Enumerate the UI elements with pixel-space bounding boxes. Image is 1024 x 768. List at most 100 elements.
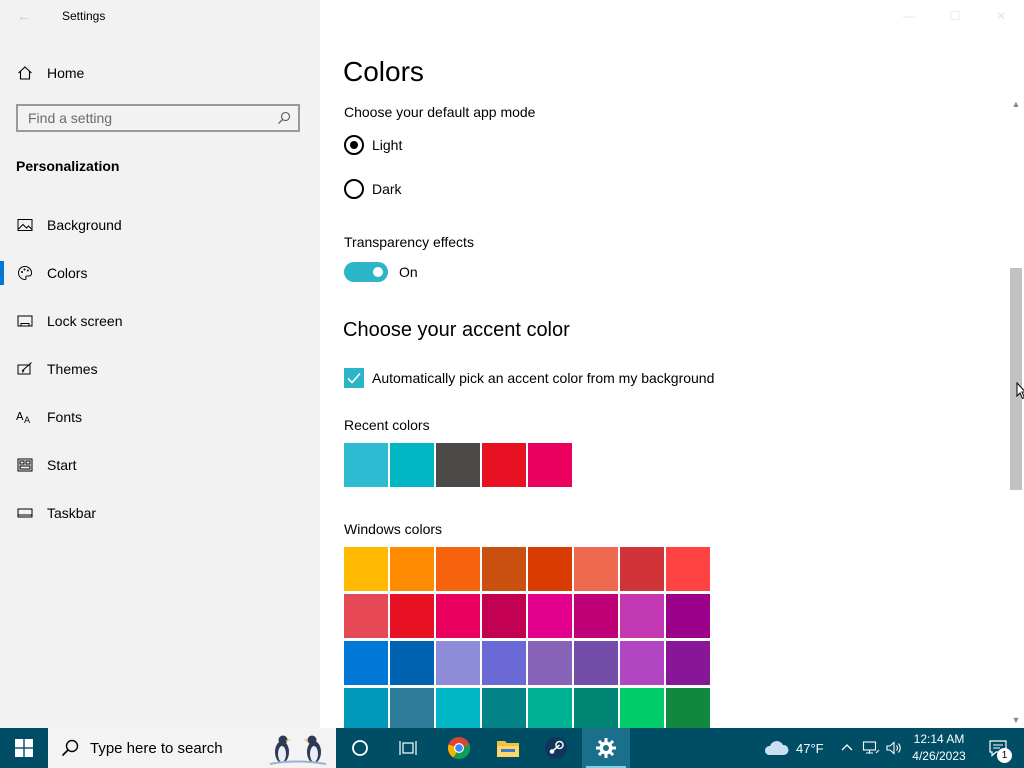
windows-color-swatch[interactable] bbox=[390, 641, 434, 685]
windows-color-swatch[interactable] bbox=[528, 688, 572, 728]
scrollbar[interactable]: ▲ ▼ bbox=[1008, 96, 1024, 728]
auto-accent-checkbox-row[interactable]: Automatically pick an accent color from … bbox=[344, 368, 714, 388]
search-icon[interactable] bbox=[276, 110, 292, 126]
settings-taskbar-button[interactable] bbox=[582, 728, 630, 768]
weather-temperature[interactable]: 47°F bbox=[796, 741, 824, 756]
cortana-button[interactable] bbox=[340, 728, 380, 768]
windows-color-swatch[interactable] bbox=[528, 594, 572, 638]
home-nav-item[interactable]: Home bbox=[0, 56, 320, 90]
windows-color-swatch[interactable] bbox=[344, 688, 388, 728]
section-title: Personalization bbox=[16, 158, 120, 174]
chevron-up-icon bbox=[841, 744, 853, 751]
network-button[interactable] bbox=[860, 728, 882, 768]
auto-accent-checkbox[interactable] bbox=[344, 368, 364, 388]
volume-button[interactable] bbox=[884, 728, 904, 768]
windows-color-swatch[interactable] bbox=[482, 688, 526, 728]
windows-color-swatch[interactable] bbox=[482, 547, 526, 591]
checkmark-icon bbox=[347, 372, 361, 384]
transparency-toggle[interactable] bbox=[344, 262, 388, 282]
windows-color-swatch[interactable] bbox=[344, 594, 388, 638]
radio-button-checked[interactable] bbox=[344, 135, 364, 155]
search-icon bbox=[61, 739, 79, 757]
sidebar-item-taskbar[interactable]: Taskbar bbox=[0, 489, 320, 537]
radio-label: Dark bbox=[372, 181, 402, 197]
task-view-button[interactable] bbox=[388, 728, 428, 768]
checkbox-label: Automatically pick an accent color from … bbox=[372, 370, 715, 386]
recent-color-swatch[interactable] bbox=[482, 443, 526, 487]
recent-color-swatch[interactable] bbox=[390, 443, 434, 487]
windows-color-swatch[interactable] bbox=[344, 547, 388, 591]
close-icon[interactable]: ✕ bbox=[978, 0, 1024, 32]
app-mode-light-radio[interactable]: Light bbox=[344, 135, 402, 155]
windows-color-swatch[interactable] bbox=[666, 594, 710, 638]
windows-color-swatch[interactable] bbox=[620, 688, 664, 728]
recent-color-swatch[interactable] bbox=[344, 443, 388, 487]
windows-color-swatch[interactable] bbox=[574, 688, 618, 728]
window-controls: — ☐ ✕ bbox=[886, 0, 1024, 32]
windows-color-swatch[interactable] bbox=[482, 641, 526, 685]
windows-color-swatch[interactable] bbox=[620, 594, 664, 638]
steam-icon bbox=[545, 737, 567, 759]
windows-color-swatch[interactable] bbox=[436, 688, 480, 728]
maximize-icon[interactable]: ☐ bbox=[932, 0, 978, 32]
sidebar-item-background[interactable]: Background bbox=[0, 201, 320, 249]
windows-color-swatch[interactable] bbox=[436, 594, 480, 638]
transparency-label: Transparency effects bbox=[344, 234, 474, 250]
windows-color-swatch[interactable] bbox=[390, 547, 434, 591]
clock[interactable]: 12:14 AM 4/26/2023 bbox=[906, 728, 972, 768]
windows-color-swatch[interactable] bbox=[666, 688, 710, 728]
windows-color-swatch[interactable] bbox=[436, 641, 480, 685]
windows-color-swatch[interactable] bbox=[666, 641, 710, 685]
windows-color-swatch[interactable] bbox=[344, 641, 388, 685]
windows-color-swatch[interactable] bbox=[620, 547, 664, 591]
themes-icon bbox=[16, 360, 34, 378]
sidebar-item-colors[interactable]: Colors bbox=[0, 249, 320, 297]
folder-icon bbox=[497, 741, 519, 757]
page-title: Colors bbox=[343, 56, 424, 87]
windows-color-swatch[interactable] bbox=[574, 641, 618, 685]
windows-color-swatch[interactable] bbox=[436, 547, 480, 591]
find-setting-input[interactable] bbox=[18, 106, 278, 130]
radio-button[interactable] bbox=[344, 179, 364, 199]
windows-color-swatch[interactable] bbox=[574, 547, 618, 591]
action-center-button[interactable]: 1 bbox=[978, 728, 1018, 768]
home-label: Home bbox=[47, 65, 85, 81]
windows-color-swatch[interactable] bbox=[482, 594, 526, 638]
sidebar-item-fonts[interactable]: AA Fonts bbox=[0, 393, 320, 441]
show-hidden-icons-button[interactable] bbox=[838, 728, 856, 768]
windows-color-swatch[interactable] bbox=[528, 547, 572, 591]
back-button[interactable]: ← bbox=[12, 6, 36, 26]
transparency-toggle-row[interactable]: On bbox=[344, 262, 418, 282]
minimize-icon[interactable]: — bbox=[886, 0, 932, 32]
sidebar-item-label: Background bbox=[47, 217, 122, 233]
chrome-taskbar-button[interactable] bbox=[438, 728, 480, 768]
recent-color-swatch[interactable] bbox=[436, 443, 480, 487]
file-explorer-taskbar-button[interactable] bbox=[486, 728, 530, 768]
windows-color-swatch[interactable] bbox=[574, 594, 618, 638]
windows-color-swatch[interactable] bbox=[620, 641, 664, 685]
windows-color-swatch[interactable] bbox=[390, 688, 434, 728]
windows-color-swatch[interactable] bbox=[666, 547, 710, 591]
svg-text:A: A bbox=[24, 416, 31, 425]
sidebar-item-label: Themes bbox=[47, 361, 98, 377]
scrollbar-thumb[interactable] bbox=[1010, 268, 1022, 490]
taskbar-search-box[interactable]: Type here to search bbox=[48, 728, 336, 768]
windows-color-swatch[interactable] bbox=[528, 641, 572, 685]
sidebar-item-themes[interactable]: Themes bbox=[0, 345, 320, 393]
scroll-up-icon[interactable]: ▲ bbox=[1008, 96, 1024, 112]
taskbar: Type here to search 47°F 12:14 AM 4/26/2… bbox=[0, 728, 1024, 768]
weather-button[interactable] bbox=[760, 728, 792, 768]
recent-color-swatch[interactable] bbox=[528, 443, 572, 487]
title-bar: ← Settings bbox=[0, 0, 320, 32]
mouse-cursor-icon bbox=[1016, 382, 1024, 400]
sidebar-item-start[interactable]: Start bbox=[0, 441, 320, 489]
steam-taskbar-button[interactable] bbox=[534, 728, 578, 768]
start-button[interactable] bbox=[0, 728, 48, 768]
app-title: Settings bbox=[62, 9, 106, 23]
app-mode-dark-radio[interactable]: Dark bbox=[344, 179, 402, 199]
app-mode-label: Choose your default app mode bbox=[344, 104, 536, 120]
windows-color-swatch[interactable] bbox=[390, 594, 434, 638]
scroll-down-icon[interactable]: ▼ bbox=[1008, 712, 1024, 728]
find-setting-box[interactable] bbox=[16, 104, 300, 132]
sidebar-item-lock-screen[interactable]: Lock screen bbox=[0, 297, 320, 345]
